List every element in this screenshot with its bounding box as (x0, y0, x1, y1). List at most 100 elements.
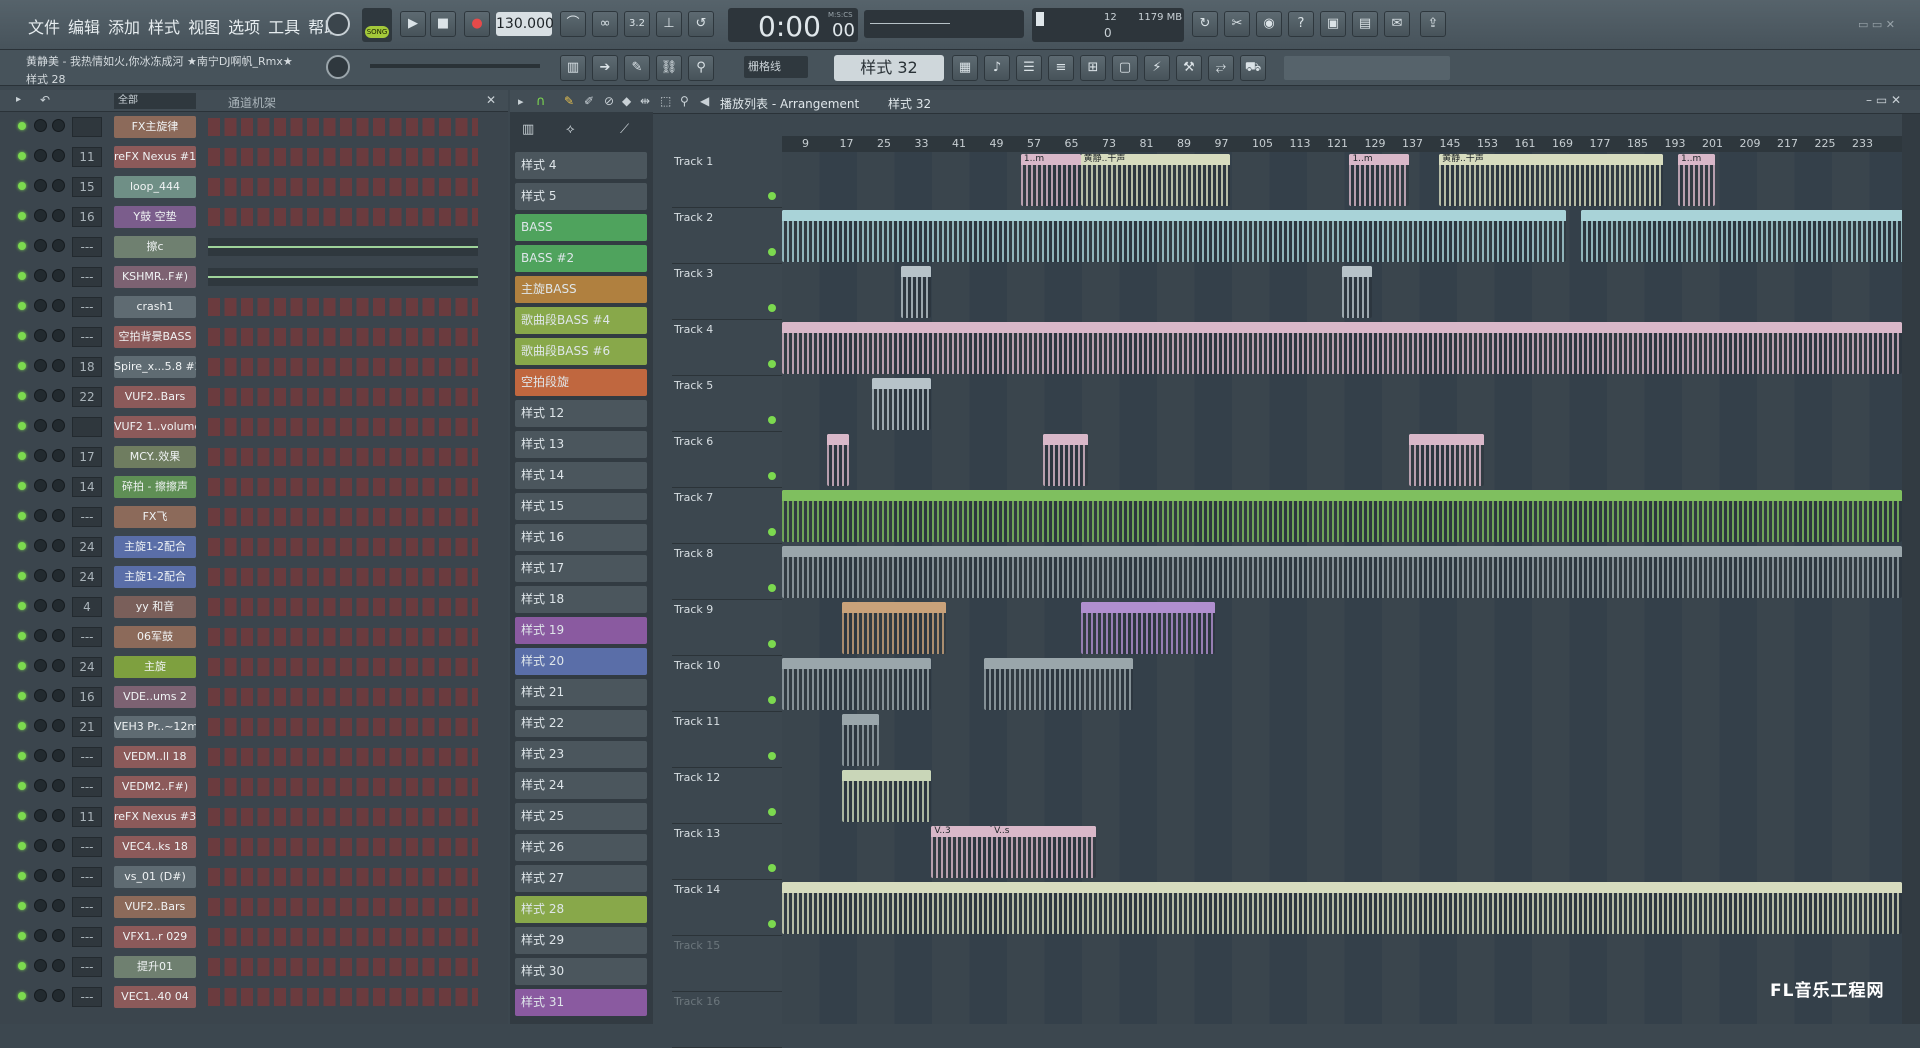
pattern-item[interactable]: BASS #2 (515, 245, 647, 272)
playlist-clip[interactable] (1580, 210, 1917, 262)
audio-clip-mode-icon[interactable]: ⟡ (566, 122, 575, 137)
step-sequencer[interactable] (208, 898, 478, 916)
channel-led[interactable] (18, 482, 26, 490)
channel-led[interactable] (18, 632, 26, 640)
track-enable-led[interactable] (768, 472, 776, 480)
track-header[interactable]: Track 2 (672, 208, 782, 264)
mixer-track-number[interactable]: 14 (72, 477, 102, 497)
play-button[interactable]: ▶ (400, 11, 426, 37)
channel-row[interactable]: 4 yy 和音 (0, 592, 500, 622)
track-enable-led[interactable] (768, 248, 776, 256)
channel-name-button[interactable]: VFX1..r 029 (114, 926, 196, 948)
channel-pan-knob[interactable] (34, 569, 47, 582)
pattern-item[interactable]: 样式 24 (515, 772, 647, 799)
channel-led[interactable] (18, 512, 26, 520)
channel-row[interactable]: 17 MCY..效果 (0, 442, 500, 472)
mixer-track-number[interactable]: --- (72, 747, 102, 767)
channel-row[interactable]: --- 06军鼓 (0, 622, 500, 652)
pattern-item[interactable]: 歌曲段BASS #4 (515, 307, 647, 334)
channel-row[interactable]: --- VFX1..r 029 (0, 922, 500, 952)
channel-volume-knob[interactable] (52, 869, 65, 882)
track-header[interactable]: Track 7 (672, 488, 782, 544)
channel-row[interactable]: --- 空拍背景BASS (0, 322, 500, 352)
step-sequencer[interactable] (208, 808, 478, 826)
wait-icon[interactable]: ∞ (592, 11, 618, 37)
channel-name-button[interactable]: 主旋 (114, 656, 196, 678)
step-sequencer[interactable] (208, 868, 478, 886)
channel-row[interactable]: --- VEC4..ks 18 (0, 832, 500, 862)
mixer-track-number[interactable]: --- (72, 957, 102, 977)
delete-tool-icon[interactable]: ⊘ (604, 94, 614, 108)
step-sequencer[interactable] (208, 658, 478, 676)
track-header[interactable]: Track 8 (672, 544, 782, 600)
channel-name-button[interactable]: VEDM2..F#) (114, 776, 196, 798)
playlist-clip[interactable] (841, 714, 880, 766)
pattern-item[interactable]: 样式 21 (515, 679, 647, 706)
step-sequencer[interactable] (208, 208, 478, 226)
mixer-track-number[interactable]: 18 (72, 357, 102, 377)
channel-volume-knob[interactable] (52, 629, 65, 642)
step-sequencer[interactable] (208, 958, 478, 976)
channel-led[interactable] (18, 152, 26, 160)
step-sequencer[interactable] (208, 988, 478, 1006)
channel-row[interactable]: 16 VDE..ums 2 (0, 682, 500, 712)
automation-mode-icon[interactable]: ⟋ (620, 122, 629, 137)
playlist-grid[interactable]: 1..m 黄静..干声 1..m 黄静..干声 1..m V..3 V..s (782, 152, 1917, 1024)
channel-volume-knob[interactable] (52, 239, 65, 252)
mixer-track-number[interactable]: --- (72, 777, 102, 797)
channel-led[interactable] (18, 962, 26, 970)
channel-row[interactable]: --- VEC1..40 04 (0, 982, 500, 1012)
link-icon[interactable]: ⛓ (656, 55, 682, 81)
pattern-item[interactable]: 歌曲段BASS #6 (515, 338, 647, 365)
rack-close-icon[interactable]: ✕ (486, 93, 496, 107)
pattern-item[interactable]: 样式 4 (515, 152, 647, 179)
playlist-clip[interactable] (841, 602, 947, 654)
playback-tool-icon[interactable]: ◀ (700, 94, 709, 108)
mixer-track-number[interactable]: 17 (72, 447, 102, 467)
channel-volume-knob[interactable] (52, 479, 65, 492)
playlist-clip[interactable]: 1..m (1678, 154, 1716, 206)
step-sequencer[interactable] (208, 718, 478, 736)
channel-led[interactable] (18, 722, 26, 730)
playlist-clip[interactable]: 1..m (1020, 154, 1081, 206)
playlist-clip[interactable] (1080, 602, 1216, 654)
channel-name-button[interactable]: 擦c (114, 236, 196, 258)
playlist-clip[interactable] (782, 546, 1902, 598)
mixer-track-number[interactable]: 24 (72, 537, 102, 557)
channel-volume-knob[interactable] (52, 389, 65, 402)
channel-volume-knob[interactable] (52, 599, 65, 612)
pattern-selector[interactable]: 样式 32 (834, 55, 944, 81)
channel-volume-knob[interactable] (52, 299, 65, 312)
channel-pan-knob[interactable] (34, 389, 47, 402)
save-icon[interactable]: ▣ (1320, 11, 1346, 37)
loop-record-icon[interactable]: ↺ (688, 11, 714, 37)
channel-volume-knob[interactable] (52, 809, 65, 822)
track-header[interactable]: Track 6 (672, 432, 782, 488)
channel-volume-knob[interactable] (52, 209, 65, 222)
pattern-item[interactable]: BASS (515, 214, 647, 241)
playlist-arrow-icon[interactable]: ▸ (518, 95, 524, 108)
step-sequencer[interactable] (208, 178, 478, 196)
step-sequencer[interactable] (208, 298, 478, 316)
channel-name-button[interactable]: yy 和音 (114, 596, 196, 618)
playlist-vertical-scrollbar[interactable] (1902, 114, 1920, 1024)
cut-icon[interactable]: ✂ (1224, 11, 1250, 37)
pattern-item[interactable]: 样式 20 (515, 648, 647, 675)
channel-pan-knob[interactable] (34, 929, 47, 942)
zoom-tool-icon[interactable]: ⚲ (680, 94, 689, 108)
channel-led[interactable] (18, 992, 26, 1000)
mixer-track-number[interactable]: --- (72, 237, 102, 257)
mixer-track-number[interactable]: --- (72, 327, 102, 347)
plug-icon[interactable]: ⚡ (1144, 55, 1170, 81)
window-controls[interactable]: ▭ ▭ ✕ (1858, 18, 1914, 32)
stop-button[interactable]: ■ (430, 11, 456, 37)
step-sequencer[interactable] (208, 568, 478, 586)
mixer-track-number[interactable]: --- (72, 627, 102, 647)
channel-pan-knob[interactable] (34, 869, 47, 882)
pattern-item[interactable]: 样式 28 (515, 896, 647, 923)
pattern-item[interactable]: 样式 22 (515, 710, 647, 737)
channel-row[interactable]: FX主旋律 (0, 112, 500, 142)
channel-volume-knob[interactable] (52, 569, 65, 582)
channel-led[interactable] (18, 332, 26, 340)
channel-name-button[interactable]: 空拍背景BASS (114, 326, 196, 348)
